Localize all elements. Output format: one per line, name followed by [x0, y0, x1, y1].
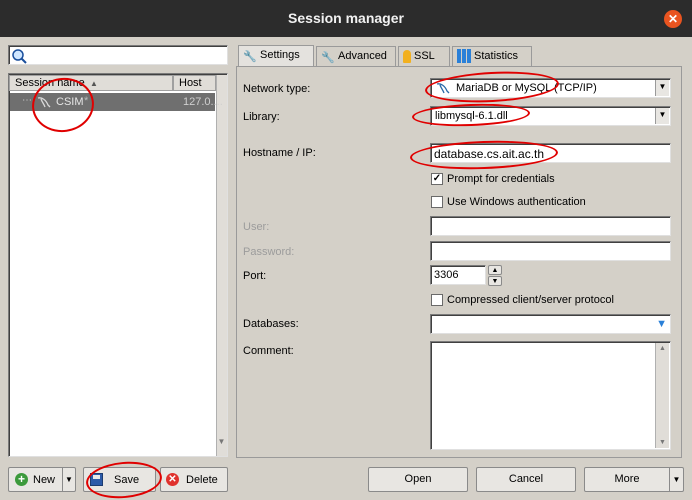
- new-label: New: [33, 474, 56, 486]
- more-label: More: [614, 473, 640, 485]
- sort-ascending-icon: ▲: [90, 79, 98, 88]
- delete-label: Delete: [186, 474, 218, 486]
- open-button[interactable]: Open: [368, 467, 468, 492]
- windows-auth-checkbox[interactable]: [431, 196, 443, 208]
- delete-icon: ✕: [166, 473, 179, 486]
- hostname-label: Hostname / IP:: [243, 147, 316, 159]
- chevron-down-icon[interactable]: ▼: [669, 468, 683, 491]
- databases-select[interactable]: ▼: [430, 314, 671, 334]
- bar-chart-icon: [457, 49, 471, 64]
- session-search-input[interactable]: [8, 45, 228, 65]
- key-icon: [403, 49, 411, 63]
- search-text[interactable]: [29, 47, 224, 63]
- list-scrollbar[interactable]: ▼: [216, 75, 227, 456]
- tab-statistics[interactable]: Statistics: [452, 46, 532, 66]
- column-label: Host: [179, 77, 202, 89]
- port-input[interactable]: 3306: [430, 265, 486, 285]
- comment-label: Comment:: [243, 345, 294, 357]
- open-label: Open: [404, 473, 432, 485]
- library-label: Library:: [243, 111, 280, 123]
- port-stepper[interactable]: ▲ ▼: [488, 265, 502, 286]
- tab-label: Advanced: [338, 50, 387, 62]
- close-icon: ✕: [667, 12, 679, 26]
- more-button[interactable]: More ▼: [584, 467, 684, 492]
- password-input[interactable]: [430, 241, 671, 261]
- plus-icon: +: [15, 473, 28, 486]
- wrench-icon: 🔧: [243, 51, 257, 64]
- session-host: 127.0....: [183, 96, 223, 108]
- column-header-host[interactable]: Host: [173, 75, 216, 91]
- compressed-label: Compressed client/server protocol: [447, 294, 614, 306]
- search-icon: [12, 49, 27, 64]
- chevron-down-icon[interactable]: ▼: [655, 80, 669, 96]
- tab-ssl[interactable]: SSL: [398, 46, 450, 66]
- session-list[interactable]: [8, 73, 228, 457]
- comment-textarea[interactable]: ▲ ▼: [430, 341, 671, 450]
- user-input[interactable]: [430, 216, 671, 236]
- column-header-session-name[interactable]: Session name ▲: [9, 75, 173, 91]
- scroll-down-icon[interactable]: ▼: [659, 439, 666, 446]
- cancel-button[interactable]: Cancel: [476, 467, 576, 492]
- port-label: Port:: [243, 270, 267, 282]
- tab-label: Statistics: [474, 50, 519, 62]
- network-type-label: Network type:: [243, 83, 311, 95]
- tab-settings[interactable]: 🔧 Settings: [238, 45, 314, 67]
- tab-label: Settings: [260, 49, 300, 61]
- port-value: 3306: [434, 269, 459, 281]
- cancel-label: Cancel: [508, 473, 544, 485]
- chevron-down-icon[interactable]: ▼: [655, 108, 669, 124]
- new-session-button[interactable]: + New ▼: [8, 467, 76, 492]
- tab-advanced[interactable]: 🔧 Advanced: [316, 46, 396, 66]
- prompt-credentials-label: Prompt for credentials: [447, 173, 555, 185]
- chevron-down-icon[interactable]: ▼: [488, 276, 502, 286]
- close-button[interactable]: ✕: [664, 10, 682, 28]
- delete-button[interactable]: ✕ Delete: [160, 467, 228, 492]
- password-label: Password:: [243, 246, 295, 258]
- title-bar: Session manager ✕: [0, 0, 692, 37]
- chevron-down-icon[interactable]: ▼: [656, 318, 667, 330]
- scroll-down-icon[interactable]: ▼: [217, 437, 226, 446]
- chevron-down-icon[interactable]: ▼: [62, 468, 75, 491]
- wrench-orange-icon: 🔧: [321, 52, 335, 65]
- scroll-up-icon[interactable]: ▲: [659, 345, 666, 352]
- windows-auth-label: Use Windows authentication: [447, 196, 586, 208]
- window-title: Session manager: [288, 10, 404, 26]
- annotation-circle: [84, 458, 164, 500]
- comment-scrollbar[interactable]: ▲ ▼: [655, 343, 669, 448]
- chevron-up-icon[interactable]: ▲: [488, 265, 502, 275]
- user-label: User:: [243, 221, 270, 233]
- tab-label: SSL: [414, 50, 435, 62]
- prompt-credentials-checkbox[interactable]: ✓: [431, 173, 443, 185]
- compressed-checkbox[interactable]: [431, 294, 443, 306]
- tree-line-icon: ⋯: [22, 95, 32, 106]
- databases-label: Databases:: [243, 318, 299, 330]
